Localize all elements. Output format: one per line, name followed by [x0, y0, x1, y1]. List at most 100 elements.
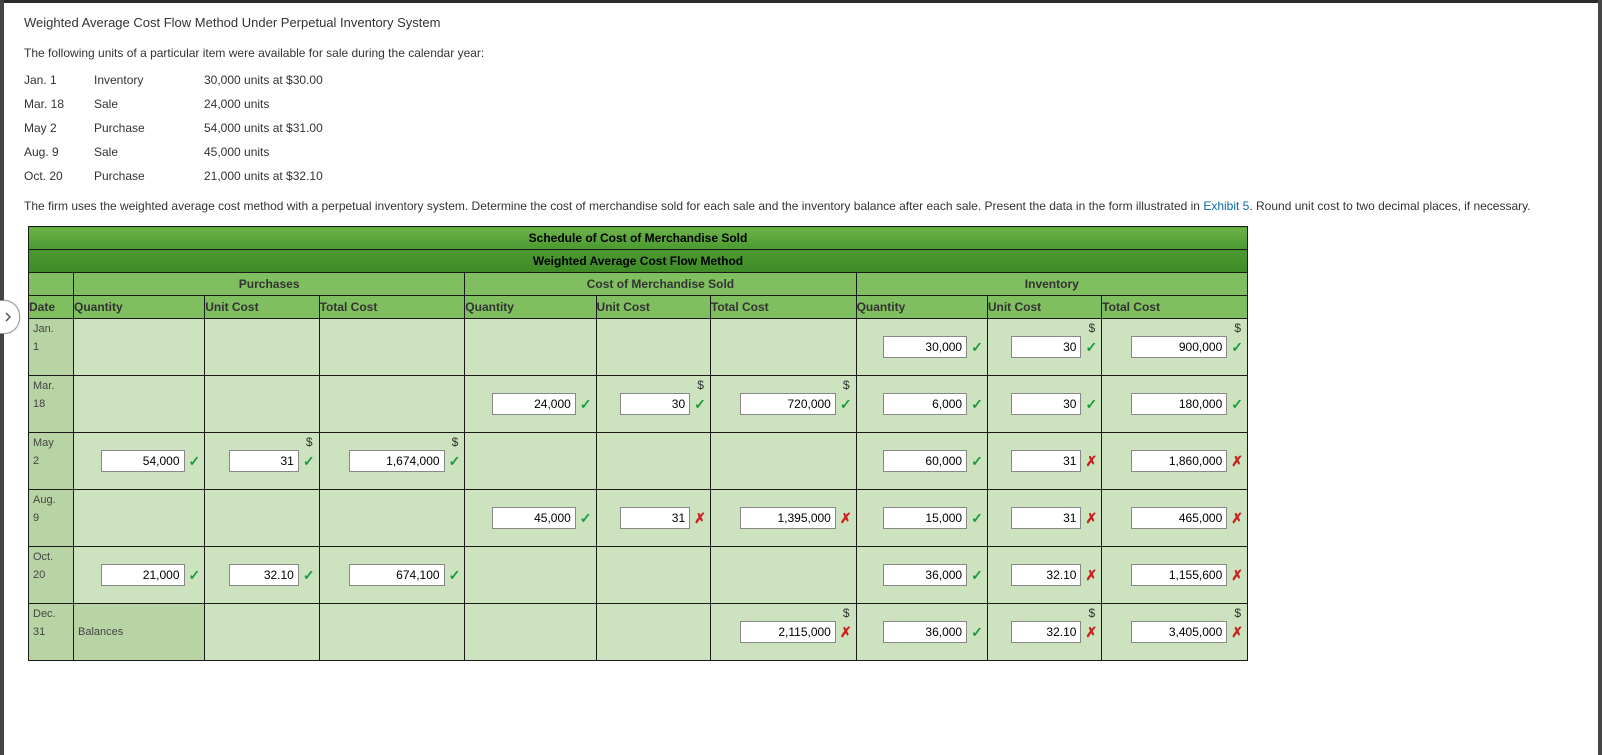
answer-input[interactable] [101, 450, 185, 472]
answer-input[interactable] [883, 393, 967, 415]
check-icon: ✓ [971, 567, 983, 584]
dollar-sign: $ [306, 435, 313, 449]
section-purchases: Purchases [74, 273, 465, 296]
answer-input[interactable] [1131, 564, 1227, 586]
check-icon: ✓ [580, 510, 592, 527]
given-cell: 21,000 units at $32.10 [204, 169, 1578, 183]
table-row: May2✓$✓$✓✓✗✗ [29, 433, 1248, 490]
answer-input[interactable] [1131, 621, 1227, 643]
dollar-sign: $ [1088, 606, 1095, 620]
x-icon: ✗ [840, 624, 852, 641]
answer-input[interactable] [883, 621, 967, 643]
given-cell: Oct. 20 [24, 169, 94, 183]
check-icon: ✓ [971, 510, 983, 527]
answer-input[interactable] [883, 450, 967, 472]
answer-input[interactable] [101, 564, 185, 586]
given-cell: 45,000 units [204, 145, 1578, 159]
check-icon: ✓ [1231, 396, 1243, 413]
answer-input[interactable] [492, 393, 576, 415]
date-cell: Jan.1 [29, 319, 74, 376]
answer-input[interactable] [1011, 450, 1081, 472]
table-row: Mar.18✓$✓$✓✓✓✓ [29, 376, 1248, 433]
given-cell: 24,000 units [204, 97, 1578, 111]
answer-input[interactable] [1131, 393, 1227, 415]
given-cell: Sale [94, 97, 204, 111]
given-cell: Jan. 1 [24, 73, 94, 87]
dollar-sign: $ [452, 435, 459, 449]
date-cell: Oct.20 [29, 547, 74, 604]
answer-input[interactable] [1011, 507, 1081, 529]
check-icon: ✓ [303, 567, 315, 584]
section-inventory: Inventory [856, 273, 1247, 296]
check-icon: ✓ [1085, 339, 1097, 356]
x-icon: ✗ [840, 510, 852, 527]
answer-input[interactable] [1131, 450, 1227, 472]
answer-input[interactable] [349, 450, 445, 472]
schedule-table: Schedule of Cost of Merchandise Sold Wei… [28, 226, 1248, 661]
dollar-sign: $ [697, 378, 704, 392]
col-header: Unit Cost [987, 296, 1101, 319]
col-header: Quantity [74, 296, 205, 319]
check-icon: ✓ [449, 453, 461, 470]
check-icon: ✓ [449, 567, 461, 584]
answer-input[interactable] [492, 507, 576, 529]
given-cell: Purchase [94, 121, 204, 135]
answer-input[interactable] [740, 621, 836, 643]
table-row: Aug.9✓✗✗✓✗✗ [29, 490, 1248, 547]
x-icon: ✗ [1231, 510, 1243, 527]
answer-input[interactable] [349, 564, 445, 586]
x-icon: ✗ [1085, 567, 1097, 584]
col-header: Quantity [465, 296, 596, 319]
given-cell: 54,000 units at $31.00 [204, 121, 1578, 135]
check-icon: ✓ [189, 453, 201, 470]
x-icon: ✗ [1085, 510, 1097, 527]
given-cell: Inventory [94, 73, 204, 87]
check-icon: ✓ [580, 396, 592, 413]
date-cell: Dec.31 [29, 604, 74, 661]
answer-input[interactable] [620, 393, 690, 415]
balances-label: Balances [74, 604, 205, 661]
answer-input[interactable] [229, 564, 299, 586]
x-icon: ✗ [1231, 567, 1243, 584]
check-icon: ✓ [971, 624, 983, 641]
answer-input[interactable] [1011, 564, 1081, 586]
date-cell: Aug.9 [29, 490, 74, 547]
x-icon: ✗ [1231, 453, 1243, 470]
col-header: Unit Cost [596, 296, 710, 319]
answer-input[interactable] [883, 507, 967, 529]
intro-text: The following units of a particular item… [24, 44, 1578, 63]
dollar-sign: $ [843, 378, 850, 392]
dollar-sign: $ [1088, 321, 1095, 335]
given-cell: Purchase [94, 169, 204, 183]
dollar-sign: $ [1234, 606, 1241, 620]
answer-input[interactable] [740, 393, 836, 415]
answer-input[interactable] [883, 564, 967, 586]
table-row: Oct.20 ✓ ✓ ✓ ✓ ✗ ✗ [29, 547, 1248, 604]
x-icon: ✗ [1231, 624, 1243, 641]
answer-input[interactable] [620, 507, 690, 529]
check-icon: ✓ [971, 339, 983, 356]
table-title-2: Weighted Average Cost Flow Method [29, 250, 1248, 273]
col-header: Total Cost [710, 296, 856, 319]
col-header: Unit Cost [205, 296, 319, 319]
answer-input[interactable] [1011, 393, 1081, 415]
dollar-sign: $ [1234, 321, 1241, 335]
answer-input[interactable] [883, 336, 967, 358]
given-cell: Sale [94, 145, 204, 159]
answer-input[interactable] [1011, 336, 1081, 358]
date-cell: May2 [29, 433, 74, 490]
check-icon: ✓ [1085, 396, 1097, 413]
given-cell: May 2 [24, 121, 94, 135]
check-icon: ✓ [971, 453, 983, 470]
answer-input[interactable] [229, 450, 299, 472]
table-row: Dec.31Balances$✗✓$✗$✗ [29, 604, 1248, 661]
exhibit-link[interactable]: Exhibit 5 [1203, 199, 1249, 213]
check-icon: ✓ [189, 567, 201, 584]
given-list: Jan. 1Inventory30,000 units at $30.00Mar… [24, 73, 1578, 183]
date-cell: Mar.18 [29, 376, 74, 433]
answer-input[interactable] [1011, 621, 1081, 643]
answer-input[interactable] [1131, 507, 1227, 529]
problem-page: Weighted Average Cost Flow Method Under … [4, 0, 1598, 755]
answer-input[interactable] [740, 507, 836, 529]
answer-input[interactable] [1131, 336, 1227, 358]
